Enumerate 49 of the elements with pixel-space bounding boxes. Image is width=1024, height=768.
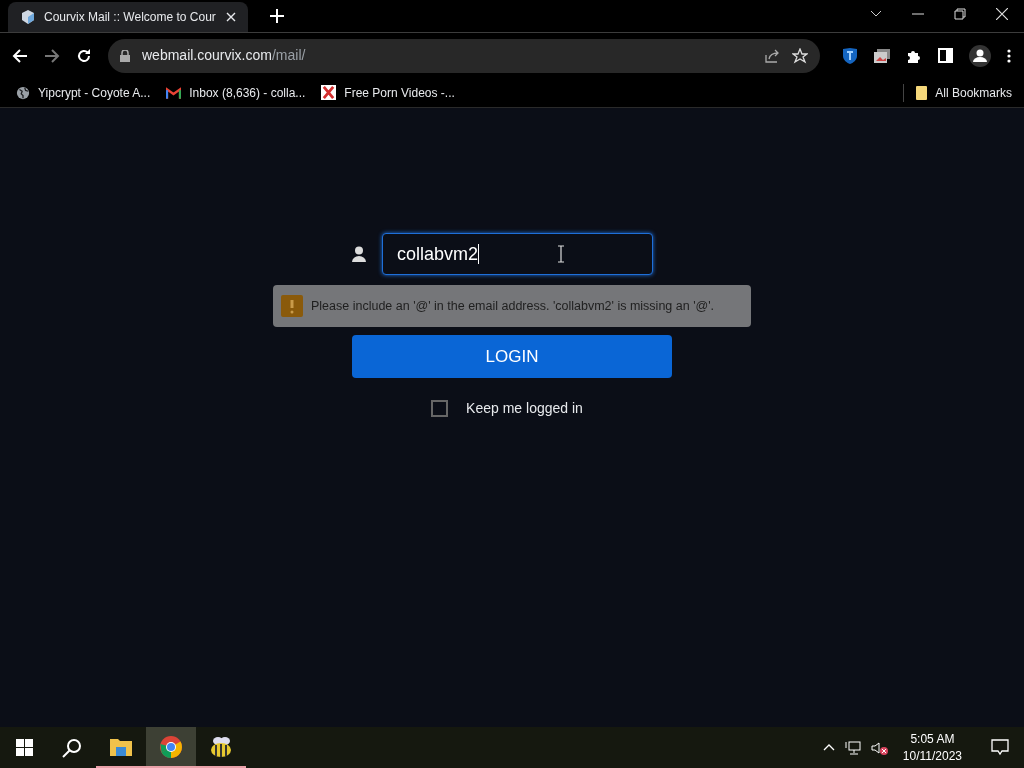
taskbar-app[interactable] — [146, 727, 196, 768]
image-stack-icon[interactable] — [874, 48, 890, 63]
forward-arrow-icon[interactable] — [44, 47, 60, 64]
chevron-down-icon[interactable] — [870, 10, 882, 18]
warning-icon — [281, 295, 303, 317]
search-icon[interactable] — [62, 737, 82, 758]
text-cursor-icon — [557, 245, 566, 263]
muted-speaker-icon[interactable] — [870, 740, 889, 755]
back-arrow-icon[interactable] — [12, 47, 28, 64]
bookmark[interactable]: Yipcrypt - Coyote A... — [16, 83, 151, 102]
lock-icon — [120, 49, 130, 62]
clock-date: 10/11/2023 — [902, 747, 962, 765]
validation-message: Please include an '@' in the email address. 'collabvm2' is missing an '@'. — [311, 297, 715, 315]
windows-start-icon[interactable] — [15, 739, 33, 756]
network-icon[interactable] — [844, 740, 861, 755]
user-icon — [352, 246, 366, 262]
close-icon[interactable] — [996, 8, 1008, 20]
chrome-icon — [159, 734, 183, 759]
menu-icon[interactable] — [1007, 48, 1011, 63]
globe-icon — [16, 85, 30, 100]
cube-icon — [20, 9, 36, 25]
bee-icon — [209, 735, 233, 758]
x-logo-icon — [321, 85, 337, 100]
clock-time: 5:05 AM — [910, 730, 955, 748]
url-text: webmail.courvix.com/mail/ — [142, 46, 307, 65]
notification-icon[interactable] — [991, 739, 1009, 756]
reload-icon[interactable] — [76, 47, 92, 64]
bookmark[interactable]: Inbox (8,636) - colla... — [166, 83, 306, 102]
restore-icon[interactable] — [954, 8, 966, 20]
share-icon[interactable] — [764, 47, 780, 64]
mail-icon — [166, 86, 182, 99]
tab-title: Courvix Mail :: Welcome to Cour — [44, 9, 217, 26]
all-bookmarks[interactable]: All Bookmarks — [916, 83, 1012, 102]
login-button[interactable]: LOGIN — [352, 335, 672, 378]
folder-icon — [109, 736, 133, 757]
address-bar[interactable]: webmail.courvix.com/mail/ — [108, 38, 820, 73]
checkbox-label: Keep me logged in — [466, 399, 583, 418]
bookmark[interactable]: Free Porn Videos -... — [321, 83, 455, 102]
folder-icon — [916, 85, 928, 100]
browser-tab[interactable]: Courvix Mail :: Welcome to Cour — [8, 2, 248, 32]
keep-logged-in-checkbox[interactable] — [431, 400, 449, 417]
plus-icon[interactable] — [270, 9, 284, 23]
side-panel-icon[interactable] — [938, 48, 953, 63]
star-icon[interactable] — [792, 47, 808, 64]
username-field[interactable]: collabvm2 — [382, 233, 653, 275]
profile-icon[interactable] — [969, 44, 991, 67]
close-icon[interactable] — [226, 12, 236, 22]
chevron-up-icon[interactable] — [822, 744, 835, 751]
shield-icon[interactable] — [842, 46, 858, 65]
